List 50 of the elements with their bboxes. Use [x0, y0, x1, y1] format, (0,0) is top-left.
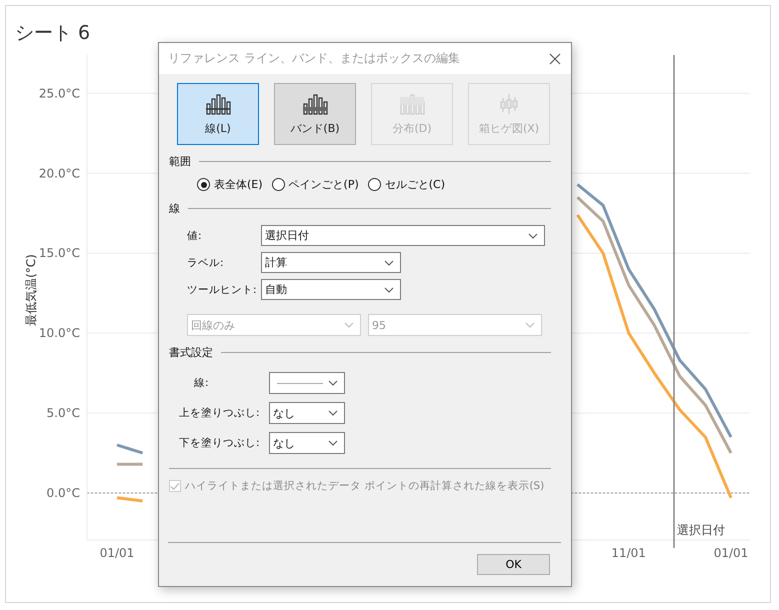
field-label: 下を塗りつぶし:	[179, 436, 261, 450]
chevron-down-icon	[528, 232, 538, 238]
chevron-down-icon	[328, 410, 338, 416]
y-tick-label: 15.0°C	[38, 246, 80, 260]
chevron-down-icon	[525, 322, 535, 328]
ok-button[interactable]: OK	[477, 554, 550, 575]
dropdown[interactable]: 計算	[261, 252, 401, 273]
x-tick-label: 01/01	[100, 546, 134, 560]
radio-button[interactable]	[272, 178, 285, 191]
y-tick-label: 5.0°C	[46, 406, 80, 420]
x-tick-label: 11/01	[611, 546, 646, 560]
chevron-down-icon	[328, 380, 338, 386]
section-heading: 範囲	[169, 154, 191, 169]
sheet-title: シート 6	[15, 21, 90, 46]
dropdown[interactable]: なし	[269, 402, 345, 424]
bar-chart-icon	[399, 92, 425, 116]
chevron-down-icon	[328, 440, 338, 446]
line-style-sample	[277, 382, 323, 384]
radio-button[interactable]	[197, 178, 210, 191]
bar-chart-icon	[302, 92, 328, 116]
y-axis-title: 最低気温(°C)	[24, 254, 38, 326]
dropdown[interactable]	[269, 372, 345, 394]
field-label: 値:	[187, 228, 203, 242]
y-tick-label: 10.0°C	[38, 326, 80, 340]
dialog-title: リファレンス ライン、バンド、またはボックスの編集	[168, 50, 460, 67]
section-heading: 書式設定	[169, 345, 213, 360]
field-label: 上を塗りつぶし:	[179, 406, 261, 420]
chevron-down-icon	[344, 322, 354, 328]
x-tick-label: 01/01	[714, 546, 748, 560]
bar-chart-icon	[205, 92, 231, 116]
dropdown[interactable]: 自動	[261, 279, 401, 300]
field-label: 線:	[193, 376, 210, 390]
chevron-down-icon	[384, 260, 394, 266]
chevron-down-icon	[384, 286, 394, 292]
close-icon[interactable]	[549, 52, 561, 64]
radio-button[interactable]	[368, 178, 381, 191]
y-tick-label: 0.0°C	[46, 486, 80, 500]
type-button[interactable]: バンド(B)	[274, 83, 356, 145]
reference-line-label: 選択日付	[677, 523, 725, 537]
section-heading: 線	[169, 201, 180, 216]
radio-label[interactable]: 表全体(E)	[214, 177, 263, 192]
dropdown[interactable]: 選択日付	[261, 225, 545, 246]
radio-label[interactable]: セルごと(C)	[384, 177, 446, 192]
radio-label[interactable]: ペインごと(P)	[288, 177, 359, 192]
field-label: ラベル:	[187, 256, 225, 270]
y-tick-label: 20.0°C	[38, 166, 80, 180]
type-button[interactable]: 線(L)	[177, 83, 259, 145]
dropdown[interactable]: なし	[269, 432, 345, 454]
y-tick-label: 25.0°C	[38, 86, 80, 100]
field-label: ツールヒント:	[187, 282, 258, 296]
